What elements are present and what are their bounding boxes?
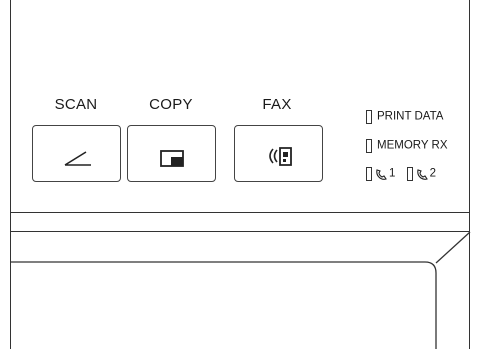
panel-divider-lower bbox=[10, 231, 470, 232]
line-indicators: 1 2 bbox=[366, 167, 444, 181]
memory-rx-indicator: MEMORY RX bbox=[366, 139, 448, 153]
line1-label: 1 bbox=[389, 167, 396, 180]
line1-led bbox=[366, 167, 372, 181]
scan-button[interactable] bbox=[32, 125, 121, 182]
fax-icon bbox=[269, 147, 292, 166]
fax-label: FAX bbox=[262, 96, 292, 113]
copy-label: COPY bbox=[149, 96, 193, 113]
line1-indicator: 1 bbox=[366, 167, 395, 181]
copy-button[interactable] bbox=[127, 125, 216, 182]
phone-icon bbox=[376, 169, 387, 180]
memory-rx-led bbox=[366, 139, 372, 153]
panel-divider-upper bbox=[10, 212, 470, 213]
print-data-label: PRINT DATA bbox=[377, 110, 444, 123]
phone-icon bbox=[416, 169, 428, 180]
print-data-indicator: PRINT DATA bbox=[366, 110, 443, 124]
fax-button[interactable] bbox=[234, 125, 323, 182]
line2-label: 2 bbox=[429, 167, 437, 180]
copy-icon bbox=[160, 150, 184, 167]
print-data-led bbox=[366, 110, 372, 124]
memory-rx-label: MEMORY RX bbox=[377, 139, 448, 152]
scan-icon bbox=[64, 151, 91, 166]
line2-led bbox=[406, 167, 413, 181]
line2-indicator: 2 bbox=[406, 167, 437, 181]
scan-label: SCAN bbox=[54, 96, 98, 113]
